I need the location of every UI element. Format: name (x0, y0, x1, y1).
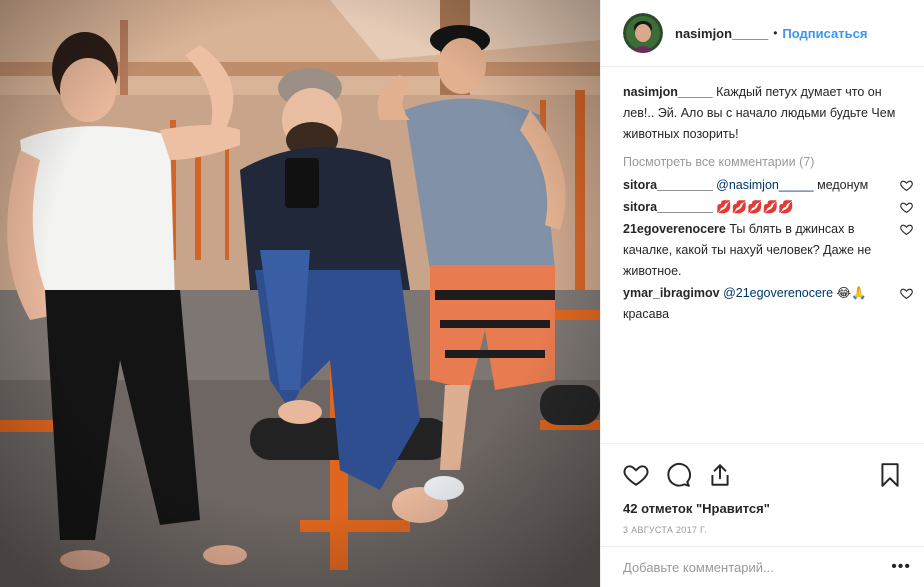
author-username[interactable]: nasimjon_____ (675, 26, 768, 41)
comment-mention[interactable]: @21egoverenocere (723, 286, 833, 300)
comment-mention[interactable]: @nasimjon_____ (716, 178, 813, 192)
comment-item: sitora________ 💋💋💋💋💋 (623, 197, 913, 218)
comment-author[interactable]: 21egoverenocere (623, 222, 726, 236)
post-actions: 42 отметок "Нравится" 3 АВГУСТА 2017 Г. (601, 443, 924, 535)
comment-like-heart-icon[interactable] (900, 201, 913, 214)
post-details-panel: nasimjon_____ • Подписаться nasimjon____… (600, 0, 924, 587)
comment-like-heart-icon[interactable] (900, 223, 913, 236)
comment-item: 21egoverenocere Ты блять в джинсах в кач… (623, 219, 913, 282)
comment-item: ymar_ibragimov @21egoverenocere 😂🙏 краса… (623, 283, 913, 325)
post-header: nasimjon_____ • Подписаться (601, 0, 924, 67)
avatar-image (623, 13, 663, 53)
post-photo[interactable] (0, 0, 600, 587)
bookmark-icon[interactable] (877, 462, 903, 488)
comments-section: nasimjon_____ Каждый петух думает что он… (623, 82, 913, 325)
view-all-comments-link[interactable]: Посмотреть все комментарии (7) (623, 155, 913, 169)
add-comment-input[interactable] (623, 559, 892, 575)
post-caption: nasimjon_____ Каждый петух думает что он… (623, 82, 913, 145)
caption-author[interactable]: nasimjon_____ (623, 85, 713, 99)
avatar[interactable] (623, 13, 663, 53)
comment-author[interactable]: sitora________ (623, 178, 713, 192)
comment-like-heart-icon[interactable] (900, 179, 913, 192)
share-icon[interactable] (707, 462, 733, 488)
likes-count[interactable]: 42 отметок "Нравится" (601, 501, 924, 516)
post-date[interactable]: 3 АВГУСТА 2017 Г. (601, 525, 924, 535)
comment-item: sitora________ @nasimjon_____ медонум (623, 175, 913, 196)
add-comment-bar: ••• (601, 546, 924, 587)
gym-photo-illustration (0, 0, 600, 587)
comment-author[interactable]: sitora________ (623, 200, 713, 214)
comment-icon[interactable] (665, 462, 691, 488)
comment-author[interactable]: ymar_ibragimov (623, 286, 720, 300)
comment-like-heart-icon[interactable] (900, 287, 913, 300)
follow-button[interactable]: Подписаться (782, 26, 867, 41)
heart-icon[interactable] (623, 462, 649, 488)
comment-text: медонум (813, 178, 869, 192)
more-dots-icon[interactable]: ••• (891, 558, 911, 576)
action-bar (601, 460, 924, 490)
separator-dot: • (773, 26, 778, 40)
comment-text: 💋💋💋💋💋 (716, 200, 794, 214)
